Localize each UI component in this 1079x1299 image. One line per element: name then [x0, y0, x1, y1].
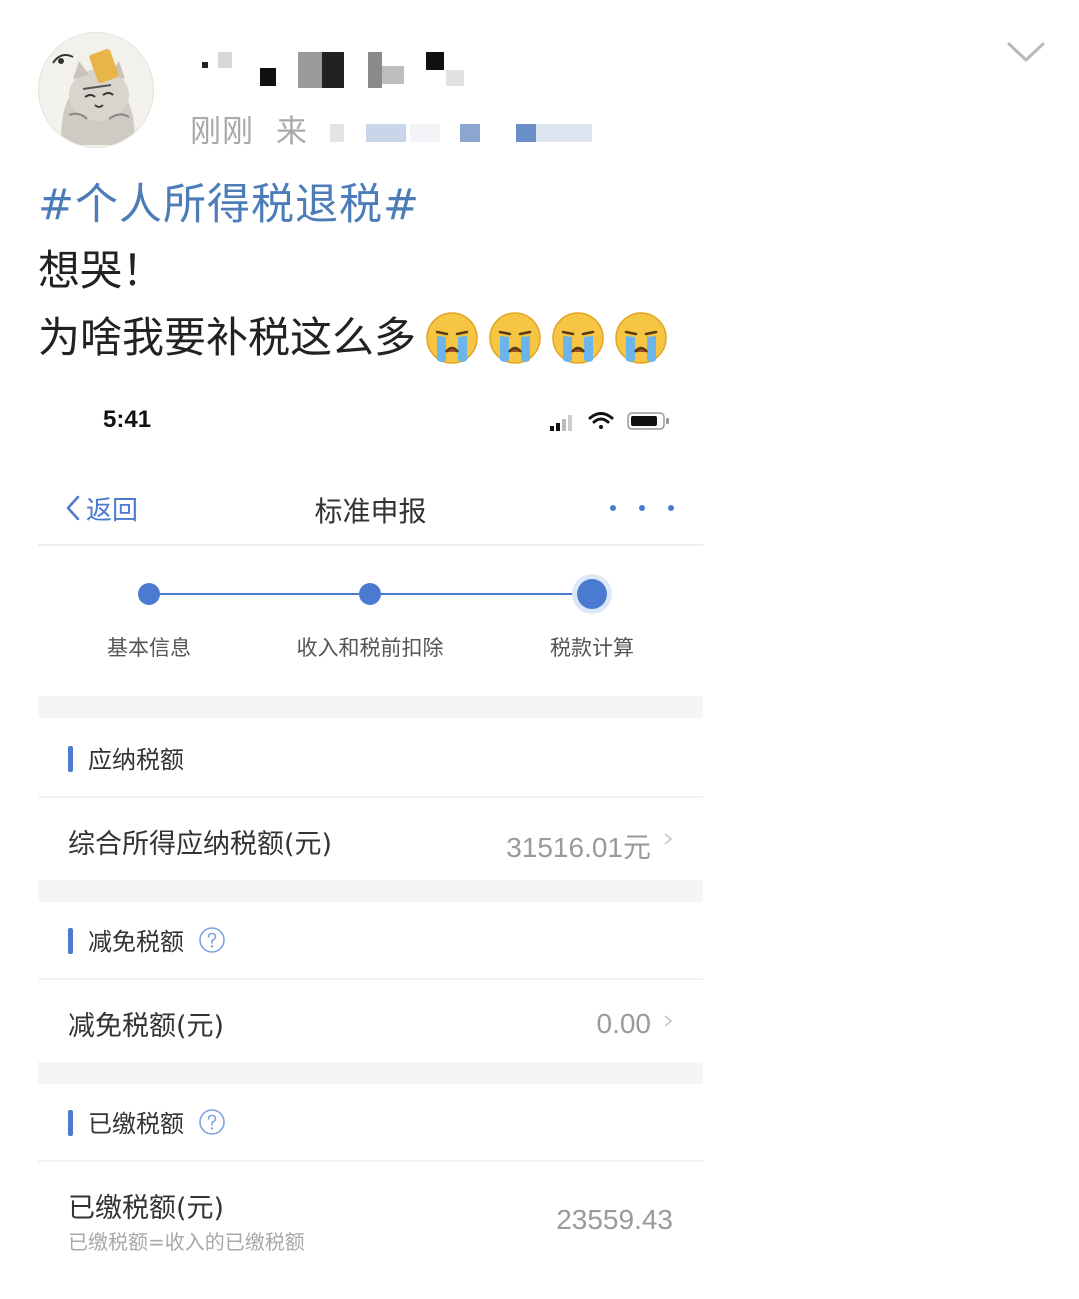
row-label: 减免税额(元) — [68, 1011, 225, 1042]
chevron-right-icon — [664, 833, 673, 845]
crying-face-emoji-icon — [615, 312, 667, 364]
row-label: 综合所得应纳税额(元) — [68, 829, 333, 860]
section-accent-bar — [68, 928, 73, 954]
crying-face-emoji-icon — [552, 312, 604, 364]
row-label: 已缴税额(元) — [68, 1193, 225, 1224]
post-source: 来 — [276, 113, 308, 150]
more-dot-icon — [610, 505, 616, 511]
question-mark-icon[interactable] — [198, 926, 226, 954]
row-reduction-amount[interactable]: 减免税额(元) 0.00 — [38, 982, 703, 1062]
progress-steps: 基本信息 收入和税前扣除 税款计算 — [38, 572, 703, 672]
crying-face-emoji-icon — [426, 312, 478, 364]
post-text-line-1: 想哭！ — [38, 246, 165, 295]
section-divider — [38, 696, 703, 718]
source-redacted — [330, 124, 592, 144]
section-title: 应纳税额 — [88, 740, 184, 775]
cat-avatar-icon — [39, 33, 153, 147]
row-value: 23559.43 — [556, 1204, 673, 1235]
username-redacted[interactable] — [190, 48, 490, 88]
step-label-tax-calculation[interactable]: 税款计算 — [550, 632, 634, 662]
step-label-basic-info[interactable]: 基本信息 — [107, 632, 191, 662]
nav-bar: 返回 标准申报 — [38, 482, 703, 546]
tax-app-screenshot[interactable]: 5:41 返回 标准申报 基本信息 收入和税前扣除 税款计算 应纳税额 综合所得… — [38, 392, 703, 1272]
question-mark-icon[interactable] — [198, 1108, 226, 1136]
chevron-right-icon — [664, 1015, 673, 1027]
step-dot-2 — [359, 583, 381, 605]
emoji-row — [424, 310, 676, 366]
post-meta: 刚刚 来 — [190, 108, 308, 150]
more-dot-icon — [639, 505, 645, 511]
row-value: 31516.01元 — [506, 832, 651, 863]
crying-face-emoji-icon — [489, 312, 541, 364]
section-divider — [38, 1062, 703, 1084]
row-value: 0.00 — [596, 1008, 652, 1039]
section-accent-bar — [68, 1110, 73, 1136]
step-dot-3-active — [577, 579, 607, 609]
more-options-button[interactable] — [610, 502, 674, 514]
hashtag-link[interactable]: #个人所得税退税# — [38, 178, 420, 232]
section-title-text: 已缴税额 — [88, 1110, 184, 1138]
post-text-line-2-text: 为啥我要补税这么多 — [38, 313, 417, 362]
step-dot-1 — [138, 583, 160, 605]
section-title: 已缴税额 — [88, 1104, 226, 1139]
step-label-income-deductions[interactable]: 收入和税前扣除 — [297, 632, 444, 662]
section-divider — [38, 880, 703, 902]
section-title: 减免税额 — [88, 922, 226, 957]
wifi-icon — [588, 412, 614, 429]
status-bar-icons — [550, 412, 669, 431]
row-paid-amount[interactable]: 已缴税额(元) 已缴税额=收入的已缴税额 23559.43 — [38, 1164, 703, 1264]
row-payable-amount[interactable]: 综合所得应纳税额(元) 31516.01元 — [38, 800, 703, 880]
section-title-text: 应纳税额 — [88, 746, 184, 774]
more-dot-icon — [668, 505, 674, 511]
post-text-line-2: 为啥我要补税这么多 — [38, 310, 676, 366]
signal-icon — [550, 415, 572, 431]
avatar[interactable] — [38, 32, 154, 148]
section-header-reduction: 减免税额 — [38, 900, 703, 980]
battery-icon — [627, 412, 669, 430]
section-header-payable: 应纳税额 — [38, 718, 703, 798]
row-sublabel: 已缴税额=收入的已缴税额 — [68, 1230, 305, 1254]
status-bar-time: 5:41 — [103, 406, 152, 433]
section-accent-bar — [68, 746, 73, 772]
chevron-down-icon[interactable] — [1006, 38, 1046, 66]
section-header-paid: 已缴税额 — [38, 1082, 703, 1162]
post-time: 刚刚 — [190, 113, 254, 150]
page-title: 标准申报 — [314, 495, 427, 528]
section-title-text: 减免税额 — [88, 928, 184, 956]
